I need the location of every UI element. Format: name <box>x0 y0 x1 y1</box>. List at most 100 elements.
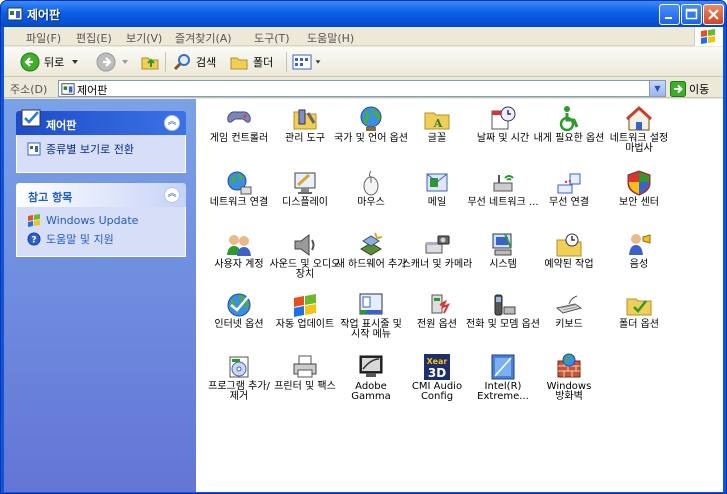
control-panel-item[interactable]: Adobe Gamma <box>336 353 406 415</box>
control-panel-item[interactable]: Xear 3D CMI Audio Config <box>402 353 472 415</box>
minimize-button[interactable] <box>659 4 680 25</box>
control-panel-item-label: 보안 센터 <box>619 197 659 208</box>
control-panel-item[interactable]: 메일 <box>402 169 472 231</box>
help-and-support-link[interactable]: ? 도움말 및 지원 <box>27 231 114 247</box>
control-panel-item[interactable]: 날짜 및 시간 <box>468 105 538 167</box>
control-panel-item[interactable]: 시스템 <box>468 231 538 293</box>
forward-button[interactable] <box>96 51 130 73</box>
panel-header[interactable]: 참고 항목 ︽ <box>16 183 186 207</box>
windows-update-link[interactable]: Windows Update <box>27 213 138 227</box>
search-button[interactable]: 검색 <box>172 51 216 73</box>
control-panel-item-label: 네트워크 연결 <box>209 197 269 208</box>
menu-edit[interactable]: 편집(E) <box>76 30 112 46</box>
control-panel-icon <box>61 83 75 95</box>
control-panel-item[interactable]: 디스플레이 <box>270 169 340 231</box>
control-panel-item[interactable]: 인터넷 옵션 <box>204 291 274 353</box>
keyboard-icon <box>555 295 583 314</box>
maximize-button[interactable] <box>681 4 702 25</box>
address-dropdown-button[interactable]: ▼ <box>649 81 665 96</box>
control-panel-item-label: 프린터 및 팩스 <box>274 381 336 392</box>
close-button[interactable] <box>703 4 724 25</box>
help-and-support-label: 도움말 및 지원 <box>46 233 114 246</box>
address-label: 주소(D) <box>10 83 48 96</box>
control-panel-item[interactable]: 프로그램 추가/제거 <box>204 353 274 415</box>
control-panel-item[interactable]: 보안 센터 <box>604 169 674 231</box>
control-panel-item[interactable]: 예약된 작업 <box>534 231 604 293</box>
back-label: 뒤로 <box>44 56 65 69</box>
windows-flag-icon <box>294 294 316 317</box>
control-panel-item[interactable]: 사운드 및 오디오 장치 <box>270 231 340 293</box>
folders-button[interactable]: 폴더 <box>229 51 273 73</box>
control-panel-item-label: 마우스 <box>357 197 385 208</box>
window: 제어판 파일(F) 편집(E) 보기(V) 즐겨찾기(A) 도구(T) 도움말(… <box>0 0 727 494</box>
collapse-button[interactable]: ︽ <box>164 115 180 131</box>
menu-file[interactable]: 파일(F) <box>26 30 61 46</box>
collapse-button[interactable]: ︽ <box>164 187 180 203</box>
control-panel-item[interactable]: 사용자 계정 <box>204 231 274 293</box>
control-panel-item[interactable]: Intel(R) Extreme... <box>468 353 538 415</box>
control-panel-item[interactable]: 내게 필요한 옵션 <box>534 105 604 167</box>
control-panel-item[interactable]: 새 하드웨어 추가 <box>336 231 406 293</box>
speech-icon <box>629 234 651 255</box>
address-value: 제어판 <box>77 84 108 97</box>
control-panel-item-label: 사운드 및 오디오 장치 <box>269 259 341 280</box>
panel-header[interactable]: 제어판 ︽ <box>16 109 186 135</box>
views-button[interactable] <box>292 51 322 73</box>
help-icon: ? <box>27 232 41 246</box>
windows-update-label: Windows Update <box>46 213 139 227</box>
up-folder-button[interactable] <box>140 51 160 73</box>
control-panel-item[interactable]: 무선 네트워크 ... <box>467 169 539 231</box>
add-remove-icon <box>229 356 249 378</box>
control-panel-item[interactable]: 네트워크 연결 <box>204 169 274 231</box>
control-panel-item[interactable]: 마우스 <box>336 169 406 231</box>
control-panel-item[interactable]: 전원 옵션 <box>402 291 472 353</box>
shield-icon <box>627 170 651 196</box>
firewall-icon <box>557 353 581 378</box>
network-globe-icon <box>227 171 252 195</box>
control-panel-item[interactable]: 전화 및 모뎀 옵션 <box>466 291 540 353</box>
control-panel-item-label: 관리 도구 <box>285 133 325 144</box>
back-button[interactable]: 뒤로 <box>20 51 80 73</box>
control-panel-item[interactable]: 무선 연결 <box>534 169 604 231</box>
accessibility-icon <box>559 106 579 132</box>
control-panel-item-label: 인터넷 옵션 <box>214 319 264 330</box>
control-panel-item[interactable]: 프린터 및 팩스 <box>270 353 340 415</box>
chevron-down-icon <box>315 60 321 64</box>
control-panel-item[interactable]: 게임 컨트롤러 <box>204 105 274 167</box>
address-field[interactable]: 제어판 ▼ <box>58 80 666 97</box>
chevron-down-icon <box>72 60 79 64</box>
monitor-icon <box>359 355 383 377</box>
menu-tools[interactable]: 도구(T) <box>254 30 290 46</box>
folder-up-icon <box>141 57 159 70</box>
control-panel-item[interactable]: 관리 도구 <box>270 105 340 167</box>
control-panel-item-label: 디스플레이 <box>282 197 328 208</box>
control-panel-item[interactable]: 국가 및 언어 옵션 <box>334 105 408 167</box>
control-panel-item[interactable]: 스캐너 및 카메라 <box>402 231 472 293</box>
control-panel-item-label: 전원 옵션 <box>417 319 457 330</box>
control-panel-icon <box>21 109 41 127</box>
panel-title: 제어판 <box>46 119 77 132</box>
control-panel-item-label: 무선 연결 <box>549 197 589 208</box>
control-panel-item[interactable]: 음성 <box>604 231 674 293</box>
control-panel-item[interactable]: 네트워크 설정 마법사 <box>604 105 674 167</box>
switch-to-category-view-link[interactable]: 종류별 보기로 전환 <box>27 141 134 157</box>
control-panel-item[interactable]: 작업 표시줄 및 시작 메뉴 <box>336 291 406 353</box>
address-bar: 주소(D) 제어판 ▼ 이동 <box>4 78 723 98</box>
go-button[interactable]: 이동 <box>670 80 709 97</box>
svg-text:3D: 3D <box>428 366 446 380</box>
control-panel-item[interactable]: 자동 업데이트 <box>270 291 340 353</box>
control-panel-item[interactable]: 키보드 <box>534 291 604 353</box>
control-panel-item[interactable]: Windows 방화벽 <box>534 353 604 415</box>
menu-view[interactable]: 보기(V) <box>126 30 162 46</box>
control-panel-item[interactable]: A 글꼴 <box>402 105 472 167</box>
menu-help[interactable]: 도움말(H) <box>307 30 354 46</box>
control-panel-item-label: 사용자 계정 <box>214 259 264 270</box>
go-arrow-icon <box>670 80 686 97</box>
svg-text:?: ? <box>31 236 36 246</box>
chevron-up-icon: ︽ <box>167 189 177 199</box>
menu-favorites[interactable]: 즐겨찾기(A) <box>175 30 232 46</box>
control-panel-item[interactable]: 폴더 옵션 <box>604 291 674 353</box>
scheduled-tasks-icon <box>556 233 582 257</box>
chevron-up-icon: ︽ <box>167 117 177 127</box>
title-bar[interactable]: 제어판 <box>1 1 726 27</box>
